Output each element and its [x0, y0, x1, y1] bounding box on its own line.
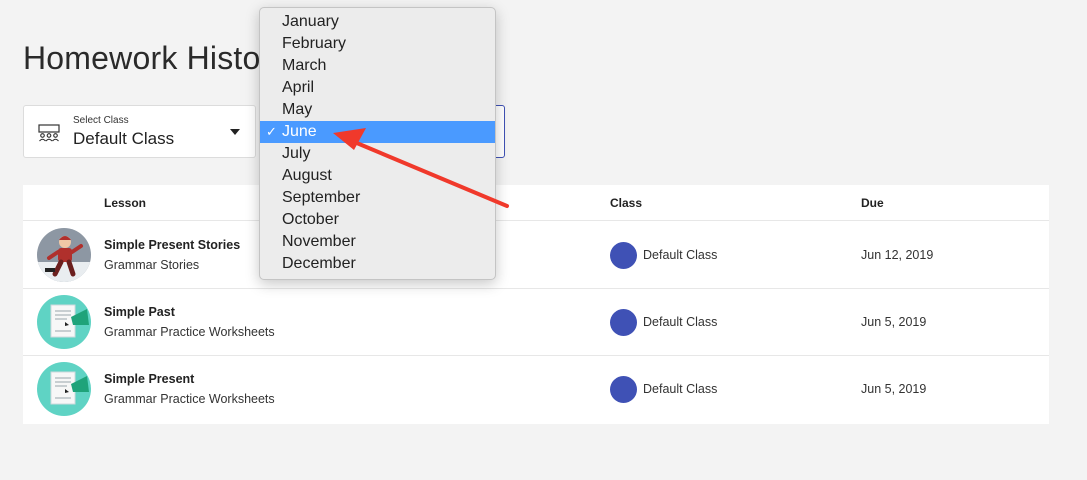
class-select-value: Default Class [73, 129, 175, 148]
month-option-july[interactable]: July [260, 143, 495, 165]
due-date: Jun 5, 2019 [861, 382, 927, 396]
table-row[interactable]: Simple Present Grammar Practice Workshee… [23, 356, 1049, 423]
col-header-due: Due [861, 196, 884, 210]
class-avatar [610, 242, 637, 269]
class-name: Default Class [643, 248, 718, 262]
page-title: Homework History [23, 40, 288, 76]
month-option-label: June [282, 123, 317, 140]
due-date: Jun 5, 2019 [861, 315, 927, 329]
lesson-subtitle: Grammar Practice Worksheets [104, 325, 275, 339]
worksheet-icon [37, 295, 91, 349]
month-option-december[interactable]: December [260, 253, 495, 275]
class-avatar [610, 376, 637, 403]
col-header-lesson: Lesson [104, 196, 147, 210]
story-character-icon [37, 228, 91, 282]
class-name: Default Class [643, 382, 718, 396]
homework-table: Lesson Class Due Simple Present Stories … [23, 185, 1049, 424]
due-date: Jun 12, 2019 [861, 248, 934, 262]
month-option-march[interactable]: March [260, 55, 495, 77]
worksheet-icon [37, 362, 91, 416]
month-option-november[interactable]: November [260, 231, 495, 253]
month-option-january[interactable]: January [260, 11, 495, 33]
class-avatar [610, 309, 637, 336]
month-option-september[interactable]: September [260, 187, 495, 209]
class-select-label: Select Class [73, 115, 129, 126]
lesson-title[interactable]: Simple Present Stories [104, 238, 240, 252]
chevron-down-icon [230, 129, 240, 135]
table-row[interactable]: Simple Past Grammar Practice Worksheets … [23, 289, 1049, 356]
class-name: Default Class [643, 315, 718, 329]
month-option-may[interactable]: May [260, 99, 495, 121]
lesson-title[interactable]: Simple Past [104, 305, 175, 319]
checkmark-icon: ✓ [266, 124, 277, 139]
month-option-june[interactable]: ✓ June [260, 121, 495, 143]
table-header: Lesson Class Due [23, 185, 1049, 221]
month-dropdown-menu: January February March April May ✓ June … [259, 7, 496, 280]
table-row[interactable]: Simple Present Stories Grammar Stories D… [23, 222, 1049, 289]
lesson-subtitle: Grammar Stories [104, 258, 200, 272]
month-option-august[interactable]: August [260, 165, 495, 187]
class-select[interactable]: Select Class Default Class [23, 105, 256, 158]
month-option-april[interactable]: April [260, 77, 495, 99]
col-header-class: Class [610, 196, 643, 210]
lesson-title[interactable]: Simple Present [104, 372, 194, 386]
month-option-february[interactable]: February [260, 33, 495, 55]
lesson-subtitle: Grammar Practice Worksheets [104, 392, 275, 406]
month-option-october[interactable]: October [260, 209, 495, 231]
classroom-icon [38, 124, 60, 142]
